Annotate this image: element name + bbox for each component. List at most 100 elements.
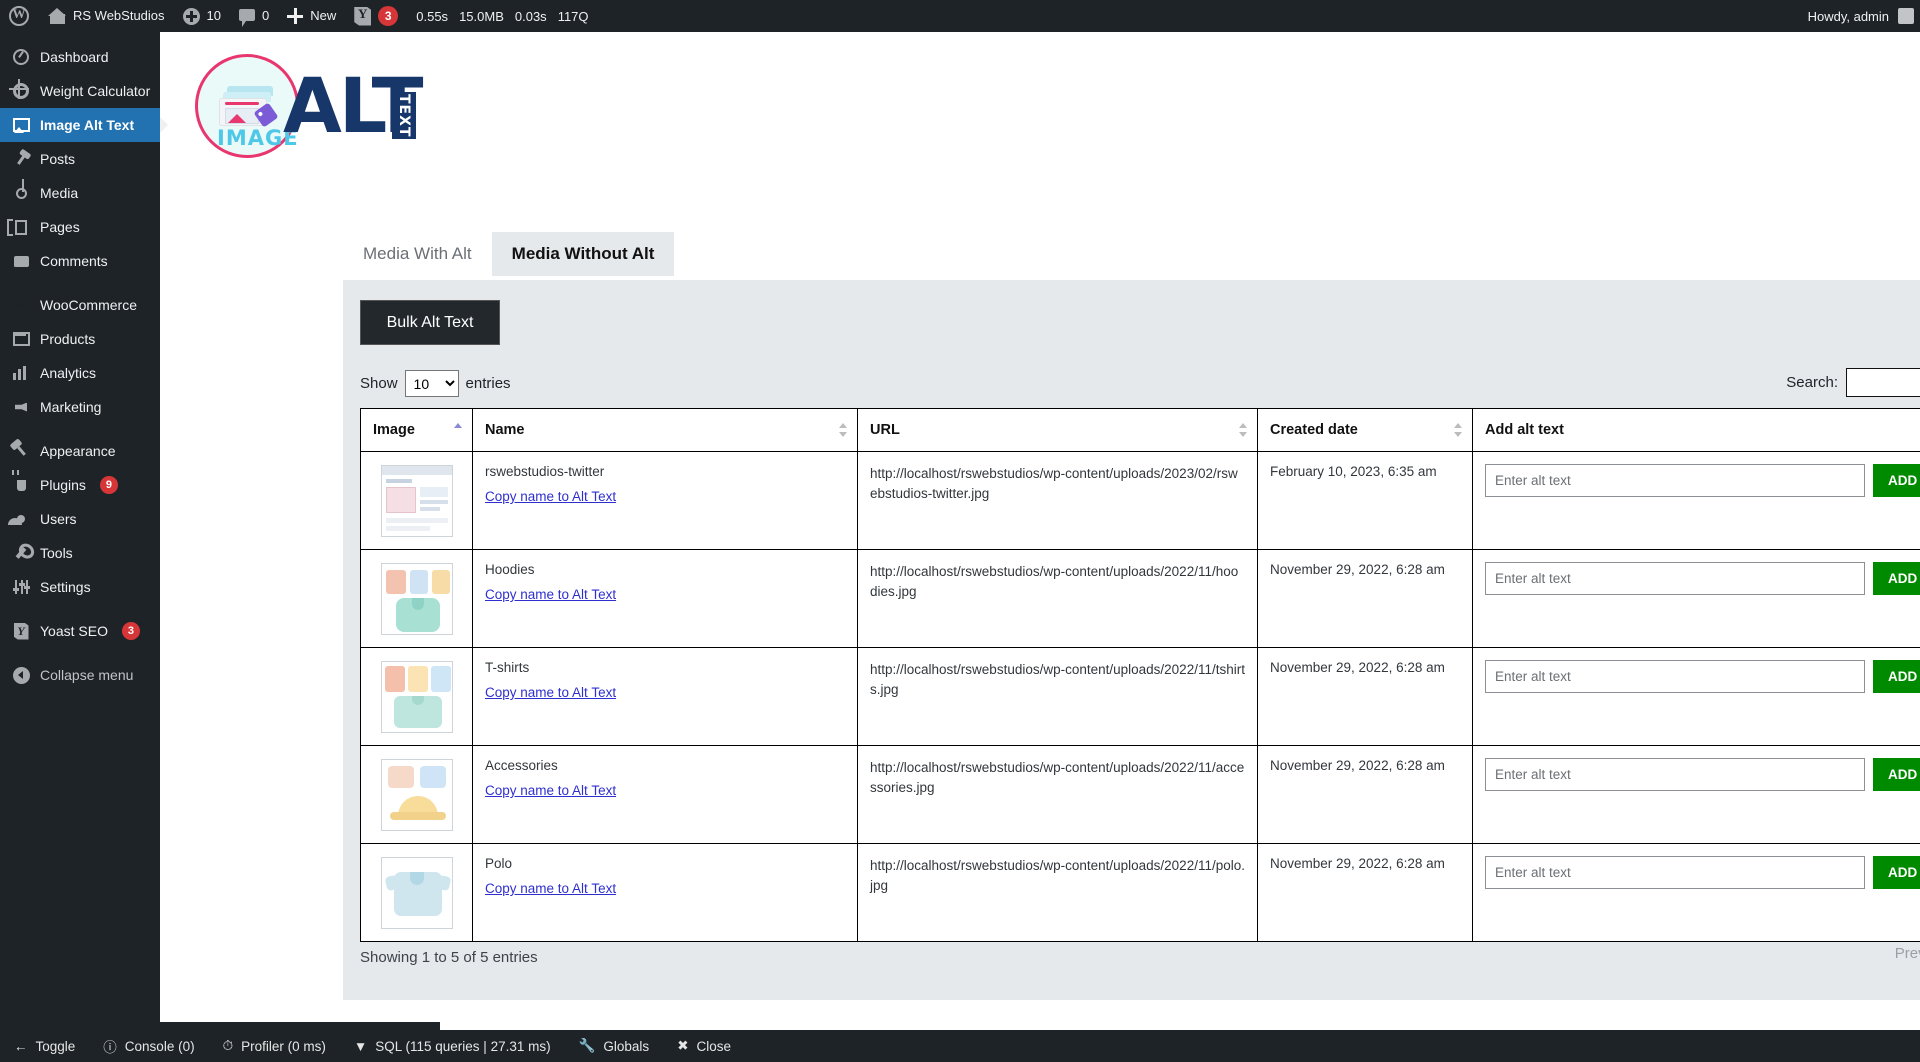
column-header-image[interactable]: Image xyxy=(360,408,473,452)
site-name-button[interactable]: RS WebStudios xyxy=(40,0,174,32)
sidebar-item-users[interactable]: Users xyxy=(0,502,160,536)
sidebar-item-weight-calculator[interactable]: Weight Calculator xyxy=(0,74,160,108)
sidebar-item-appearance[interactable]: Appearance xyxy=(0,434,160,468)
copy-name-to-alt-text-link[interactable]: Copy name to Alt Text xyxy=(485,587,616,602)
updates-button[interactable]: 10 xyxy=(174,0,230,32)
debug-bar: ← Toggle ⓘ Console (0) ⏱ Profiler (0 ms)… xyxy=(0,1030,1920,1062)
debug-item-label: Globals xyxy=(603,1038,650,1054)
cell-created-date: February 10, 2023, 6:35 am xyxy=(1257,451,1473,550)
sidebar-label: Posts xyxy=(40,151,76,167)
wordpress-logo-button[interactable] xyxy=(0,0,40,32)
cell-name: Accessories Copy name to Alt Text xyxy=(472,745,858,844)
pagination-previous[interactable]: Previous xyxy=(1895,945,1920,962)
sidebar-item-marketing[interactable]: Marketing xyxy=(0,390,160,424)
show-suffix-label: entries xyxy=(465,375,511,392)
cell-url: http://localhost/rswebstudios/wp-content… xyxy=(857,647,1258,746)
debug-metrics[interactable]: 0.55s 15.0MB 0.03s 117Q xyxy=(407,9,588,24)
sidebar-item-dashboard[interactable]: Dashboard xyxy=(0,40,160,74)
comments-count: 0 xyxy=(262,8,270,23)
add-alt-text-button[interactable]: ADD xyxy=(1873,758,1920,791)
funnel-icon: ▼ xyxy=(353,1038,368,1054)
sidebar-item-image-alt-text[interactable]: Image Alt Text xyxy=(0,108,168,142)
sidebar-item-plugins[interactable]: Plugins 9 xyxy=(0,468,160,502)
accessories-thumbnail xyxy=(380,758,453,831)
sidebar-item-comments[interactable]: Comments xyxy=(0,244,160,278)
debug-globals-button[interactable]: 🔧 Globals xyxy=(565,1030,664,1062)
account-menu[interactable]: Howdy, admin xyxy=(1808,8,1920,24)
copy-name-to-alt-text-link[interactable]: Copy name to Alt Text xyxy=(485,783,616,798)
sidebar-label: Collapse menu xyxy=(40,667,134,683)
tab-media-with-alt[interactable]: Media With Alt xyxy=(343,232,492,276)
sidebar-separator xyxy=(0,648,160,658)
sidebar-item-tools[interactable]: Tools xyxy=(0,536,160,570)
cell-image xyxy=(360,843,473,942)
sidebar-item-woocommerce[interactable]: woo WooCommerce xyxy=(0,288,160,322)
polo-thumbnail xyxy=(380,856,453,929)
comments-button[interactable]: 0 xyxy=(230,0,278,32)
tab-bar: Media With Alt Media Without Alt xyxy=(343,232,675,276)
sidebar-item-analytics[interactable]: Analytics xyxy=(0,356,160,390)
sidebar-item-settings[interactable]: Settings xyxy=(0,570,160,604)
sidebar-label: Comments xyxy=(40,253,108,269)
debug-toggle-button[interactable]: ← Toggle xyxy=(0,1030,89,1062)
avatar-icon xyxy=(1898,8,1914,24)
copy-name-to-alt-text-link[interactable]: Copy name to Alt Text xyxy=(485,881,616,896)
column-label: Name xyxy=(485,422,525,438)
copy-name-to-alt-text-link[interactable]: Copy name to Alt Text xyxy=(485,489,616,504)
sidebar-collapse-menu[interactable]: Collapse menu xyxy=(0,658,160,692)
column-header-name[interactable]: Name xyxy=(472,408,858,452)
sidebar-label: Analytics xyxy=(40,365,97,381)
debug-item-label: Close xyxy=(696,1038,732,1054)
cell-url: http://localhost/rswebstudios/wp-content… xyxy=(857,451,1258,550)
debug-sql-button[interactable]: ▼ SQL (115 queries | 27.31 ms) xyxy=(340,1030,565,1062)
cell-image xyxy=(360,451,473,550)
cell-add-alt-text: ADD xyxy=(1472,647,1920,746)
sidebar-label: WooCommerce xyxy=(40,297,137,313)
debug-console-button[interactable]: ⓘ Console (0) xyxy=(89,1030,208,1062)
entries-per-page-select[interactable]: 102550100 xyxy=(404,370,459,397)
alt-text-input[interactable] xyxy=(1485,660,1865,693)
alt-text-input[interactable] xyxy=(1485,856,1865,889)
sidebar-item-media[interactable]: Media xyxy=(0,176,160,210)
add-alt-text-button[interactable]: ADD xyxy=(1873,562,1920,595)
pagination: Previous 1 Next xyxy=(1895,936,1920,970)
bulk-alt-text-button[interactable]: Bulk Alt Text xyxy=(360,300,500,345)
column-label: Created date xyxy=(1270,422,1358,438)
sidebar-item-yoast-seo[interactable]: Y Yoast SEO 3 xyxy=(0,614,160,648)
admin-bar: RS WebStudios 10 0 New 3 0.55s 15.0MB 0.… xyxy=(0,0,1920,32)
debug-profiler-button[interactable]: ⏱ Profiler (0 ms) xyxy=(209,1030,340,1062)
copy-name-to-alt-text-link[interactable]: Copy name to Alt Text xyxy=(485,685,616,700)
add-alt-text-button[interactable]: ADD xyxy=(1873,856,1920,889)
sidebar-item-pages[interactable]: Pages xyxy=(0,210,160,244)
sidebar-item-posts[interactable]: Posts xyxy=(0,142,160,176)
media-name: Polo xyxy=(485,856,513,871)
yoast-seo-button[interactable]: 3 xyxy=(345,0,407,32)
alt-text-input[interactable] xyxy=(1485,758,1865,791)
tab-media-without-alt[interactable]: Media Without Alt xyxy=(491,232,675,276)
search-input[interactable] xyxy=(1846,368,1920,397)
alt-text-input[interactable] xyxy=(1485,562,1865,595)
wordpress-logo-icon xyxy=(9,6,29,26)
table-header-row: Image Name URL Created date Add alt text xyxy=(360,408,1920,452)
new-label: New xyxy=(310,8,337,23)
dashboard-icon xyxy=(11,47,31,67)
close-x-icon: ✖ xyxy=(677,1038,689,1053)
cell-add-alt-text: ADD xyxy=(1472,843,1920,942)
wrench-icon xyxy=(11,543,31,563)
debug-close-button[interactable]: ✖ Close xyxy=(663,1030,745,1062)
column-header-url[interactable]: URL xyxy=(857,408,1258,452)
column-header-created-date[interactable]: Created date xyxy=(1257,408,1473,452)
pin-icon xyxy=(11,149,31,169)
cell-name: Polo Copy name to Alt Text xyxy=(472,843,858,942)
sidebar-label: Yoast SEO xyxy=(40,623,108,639)
speedometer-icon: ⏱ xyxy=(222,1038,234,1053)
new-content-button[interactable]: New xyxy=(278,0,345,32)
alt-text-input[interactable] xyxy=(1485,464,1865,497)
site-name-label: RS WebStudios xyxy=(73,8,165,23)
column-header-add-alt-text[interactable]: Add alt text xyxy=(1472,408,1920,452)
add-alt-text-button[interactable]: ADD xyxy=(1873,464,1920,497)
sidebar-label: Products xyxy=(40,331,96,347)
add-alt-text-button[interactable]: ADD xyxy=(1873,660,1920,693)
sidebar-item-products[interactable]: Products xyxy=(0,322,160,356)
cell-image xyxy=(360,647,473,746)
